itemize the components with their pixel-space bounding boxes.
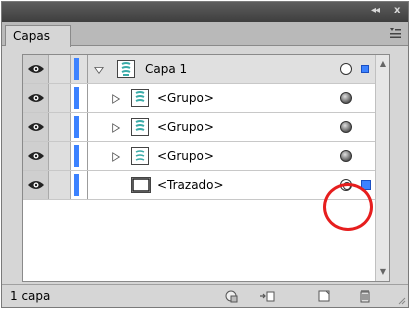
target-icon[interactable] — [340, 92, 352, 104]
column-divider — [87, 113, 88, 141]
eye-icon — [28, 94, 44, 102]
column-divider — [87, 84, 88, 112]
lock-toggle[interactable] — [49, 84, 71, 112]
layer-color-indicator — [74, 174, 79, 196]
layer-thumbnail — [117, 60, 135, 78]
collapse-panel-button[interactable]: ◂◂ — [371, 5, 380, 16]
highlight-annotation — [323, 183, 373, 231]
layer-color-indicator — [74, 145, 79, 167]
layer-color-indicator — [74, 116, 79, 138]
panel-tab-row: Capas — [2, 22, 408, 47]
layer-row[interactable]: <Grupo> — [23, 142, 375, 171]
layer-row[interactable]: <Grupo> — [23, 113, 375, 142]
target-icon[interactable] — [340, 63, 352, 75]
resize-grip-icon[interactable] — [398, 297, 406, 305]
lock-toggle[interactable] — [49, 113, 71, 141]
panel-titlebar: ◂◂ x — [2, 2, 408, 22]
panel-footer: 1 capa — [2, 284, 408, 307]
selection-indicator[interactable] — [361, 65, 369, 73]
layer-row[interactable]: <Trazado> — [23, 171, 375, 200]
list-left-gutter — [2, 46, 22, 284]
layer-name[interactable]: <Grupo> — [157, 149, 214, 163]
column-divider — [87, 171, 88, 199]
chevron-right-icon[interactable] — [111, 122, 121, 134]
panel-menu-icon[interactable] — [388, 26, 402, 40]
tab-layers-label: Capas — [13, 29, 50, 43]
chevron-right-icon[interactable] — [111, 151, 121, 163]
scroll-down-icon[interactable]: ▼ — [378, 267, 388, 277]
layer-color-indicator — [74, 87, 79, 109]
visibility-toggle[interactable] — [23, 55, 49, 83]
target-icon[interactable] — [340, 150, 352, 162]
eye-icon — [28, 152, 44, 160]
make-clipping-mask-icon[interactable] — [224, 289, 240, 303]
layer-name[interactable]: <Grupo> — [157, 120, 214, 134]
lock-toggle[interactable] — [49, 55, 71, 83]
lock-toggle[interactable] — [49, 171, 71, 199]
chevron-right-icon[interactable] — [111, 93, 121, 105]
column-divider — [87, 142, 88, 170]
layers-panel: ◂◂ x Capas Capa 1 <Grupo> <Grupo> <Grupo… — [1, 1, 409, 308]
layer-name[interactable]: Capa 1 — [145, 62, 187, 76]
group-thumbnail — [131, 118, 149, 136]
eye-icon — [28, 123, 44, 131]
close-panel-button[interactable]: x — [394, 5, 401, 16]
layer-name[interactable]: <Trazado> — [157, 178, 224, 192]
lock-toggle[interactable] — [49, 142, 71, 170]
visibility-toggle[interactable] — [23, 142, 49, 170]
layer-count: 1 capa — [10, 289, 51, 303]
tab-layers[interactable]: Capas — [5, 25, 71, 47]
visibility-toggle[interactable] — [23, 84, 49, 112]
create-sublayer-icon[interactable] — [259, 289, 275, 303]
layers-list: Capa 1 <Grupo> <Grupo> <Grupo> <Trazado>… — [22, 54, 390, 282]
trash-icon[interactable] — [357, 289, 373, 303]
eye-icon — [28, 181, 44, 189]
path-thumbnail — [131, 177, 151, 193]
target-icon[interactable] — [340, 121, 352, 133]
visibility-toggle[interactable] — [23, 171, 49, 199]
layer-row[interactable]: Capa 1 — [23, 55, 375, 84]
layer-row[interactable]: <Grupo> — [23, 84, 375, 113]
new-layer-icon[interactable] — [316, 289, 332, 303]
column-divider — [87, 55, 88, 83]
scroll-up-icon[interactable]: ▲ — [378, 59, 388, 69]
group-thumbnail — [131, 147, 149, 165]
chevron-down-icon[interactable] — [94, 64, 104, 76]
scrollbar[interactable]: ▲ ▼ — [375, 55, 389, 281]
layer-color-indicator — [74, 58, 79, 80]
group-thumbnail — [131, 89, 149, 107]
visibility-toggle[interactable] — [23, 113, 49, 141]
layer-name[interactable]: <Grupo> — [157, 91, 214, 105]
eye-icon — [28, 65, 44, 73]
